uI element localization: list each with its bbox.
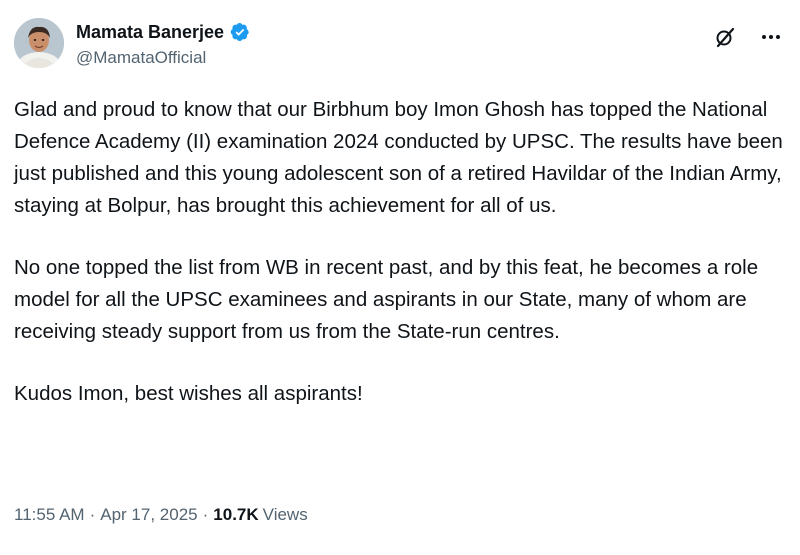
more-options-icon[interactable]	[758, 24, 784, 50]
tweet-card: Mamata Banerjee @MamataOfficial Glad and…	[0, 0, 800, 555]
tweet-header: Mamata Banerjee @MamataOfficial	[14, 16, 786, 76]
tweet-paragraph: Glad and proud to know that our Birbhum …	[14, 98, 783, 217]
meta-separator: ·	[89, 505, 96, 524]
views-count[interactable]: 10.7K	[213, 505, 258, 525]
tweet-paragraph: No one topped the list from WB in recent…	[14, 256, 759, 343]
avatar[interactable]	[14, 18, 64, 68]
avatar-image	[14, 18, 64, 68]
post-time[interactable]: 11:55 AM	[14, 505, 85, 525]
views-label: Views	[262, 505, 308, 524]
author-handle[interactable]: @MamataOfficial	[76, 48, 250, 68]
tweet-paragraph: Kudos Imon, best wishes all aspirants!	[14, 382, 363, 405]
tweet-meta: 11:55 AM · Apr 17, 2025 · 10.7K Views	[14, 505, 308, 525]
verified-badge-icon[interactable]	[230, 22, 250, 42]
top-actions	[712, 24, 784, 50]
author-identity: Mamata Banerjee @MamataOfficial	[76, 20, 250, 68]
post-date[interactable]: Apr 17, 2025	[100, 505, 197, 525]
tweet-text: Glad and proud to know that our Birbhum …	[14, 94, 784, 410]
name-row: Mamata Banerjee	[76, 20, 250, 44]
author-display-name[interactable]: Mamata Banerjee	[76, 22, 224, 43]
grok-icon[interactable]	[712, 24, 738, 50]
meta-separator: ·	[202, 505, 209, 524]
